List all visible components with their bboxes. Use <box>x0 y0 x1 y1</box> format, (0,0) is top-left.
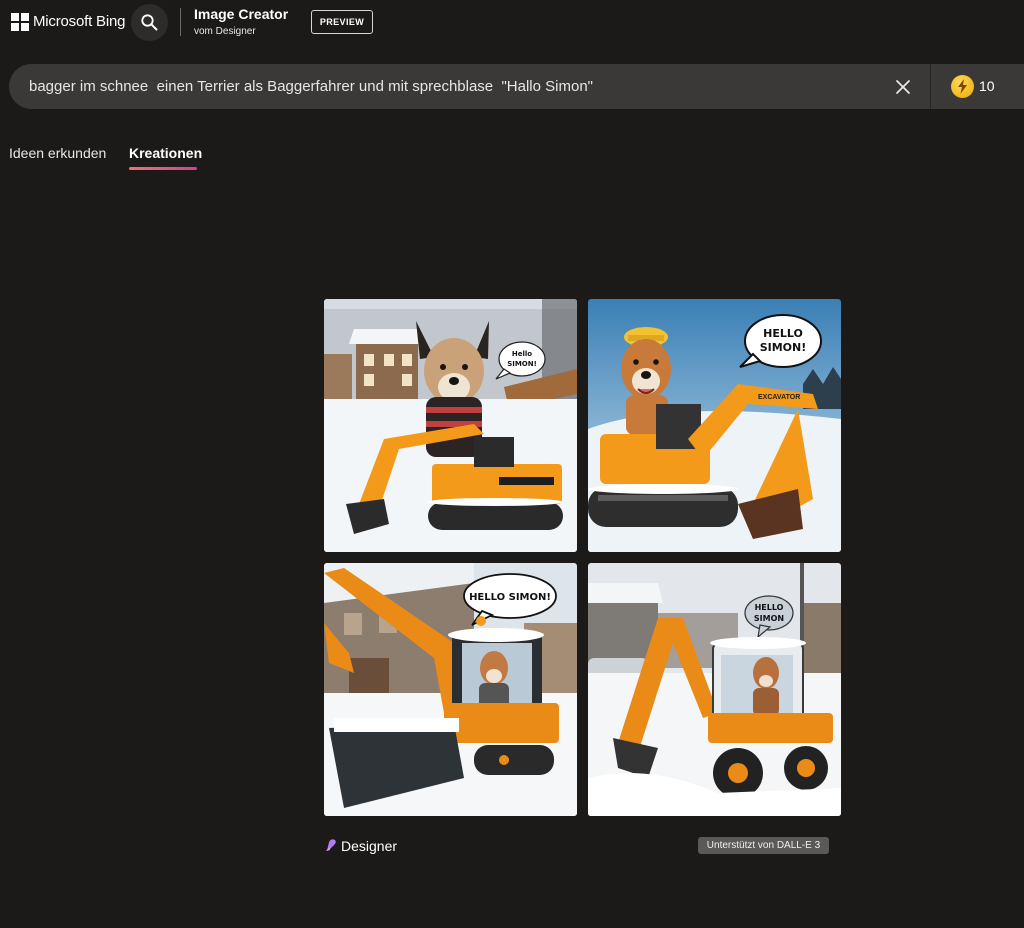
app-subtitle: vom Designer <box>194 26 256 37</box>
powered-by-dalle-badge: Unterstützt von DALL-E 3 <box>698 837 829 854</box>
search-icon <box>141 14 158 31</box>
image-2-bubble-line-1: HELLO <box>763 327 803 340</box>
app-title[interactable]: Image Creator <box>194 6 288 22</box>
boost-coin-icon[interactable] <box>951 75 974 98</box>
image-2-machine-label: EXCAVATOR <box>758 394 800 401</box>
lightning-icon <box>958 79 967 94</box>
top-header: Microsoft Bing Image Creator vom Designe… <box>0 0 1024 44</box>
prompt-bar: bagger im schnee einen Terrier als Bagge… <box>9 64 1024 109</box>
preview-badge[interactable]: PREVIEW <box>311 10 373 34</box>
prompt-input[interactable]: bagger im schnee einen Terrier als Bagge… <box>29 78 593 95</box>
designer-logo-icon <box>326 839 336 851</box>
image-1-bubble-line-1: Hello <box>512 350 532 358</box>
clear-icon[interactable] <box>895 79 911 95</box>
search-button[interactable] <box>131 4 168 41</box>
image-1-bubble-line-2: SIMON! <box>507 360 537 368</box>
active-tab-indicator <box>129 167 197 170</box>
generated-image-2[interactable]: HELLO SIMON! EXCAVATOR <box>588 299 841 552</box>
tab-explore-ideas[interactable]: Ideen erkunden <box>9 145 106 161</box>
bing-brand-link[interactable]: Microsoft Bing <box>33 13 125 30</box>
generated-image-4[interactable]: HELLO SIMON <box>588 563 841 816</box>
generated-image-3[interactable]: HELLO SIMON! <box>324 563 577 816</box>
designer-label: Designer <box>341 838 398 854</box>
microsoft-logo-icon[interactable] <box>11 13 29 31</box>
tab-creations[interactable]: Kreationen <box>129 145 202 161</box>
generated-image-1[interactable]: Hello SIMON! <box>324 299 577 552</box>
image-2-bubble-line-2: SIMON! <box>760 341 807 354</box>
header-divider <box>180 8 181 36</box>
image-4-bubble-line-2: SIMON <box>754 614 784 623</box>
prompt-divider <box>930 64 931 109</box>
boost-count: 10 <box>979 78 995 94</box>
image-3-bubble-line-1: HELLO SIMON! <box>469 592 551 603</box>
image-4-bubble-line-1: HELLO <box>755 603 784 612</box>
